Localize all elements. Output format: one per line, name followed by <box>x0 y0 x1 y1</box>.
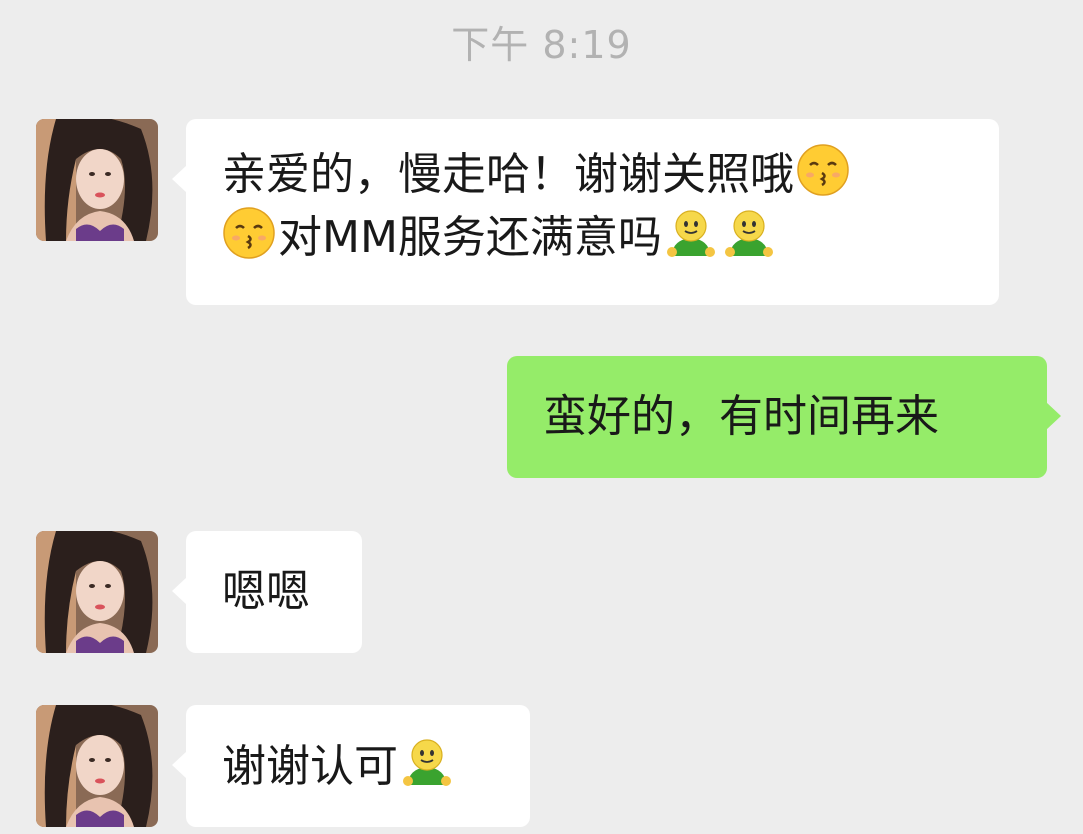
incoming-message-bubble[interactable]: 亲爱的，慢走哈！谢谢关照哦 对MM服务还满意吗 <box>172 119 999 305</box>
avatar-image <box>36 705 158 827</box>
green-shirt-smile-emoji-icon <box>722 206 776 260</box>
incoming-message-bubble[interactable]: 嗯嗯 <box>172 531 362 653</box>
outgoing-message-bubble[interactable]: 蛮好的，有时间再来 <box>507 356 1061 478</box>
contact-avatar[interactable] <box>36 119 158 241</box>
avatar-image <box>36 119 158 241</box>
message-text: 谢谢认可 <box>222 741 398 792</box>
kissing-face-emoji-icon <box>222 206 276 260</box>
avatar-image <box>36 531 158 653</box>
message-text: 蛮好的，有时间再来 <box>543 391 939 442</box>
message-timestamp: 下午 8:19 <box>451 23 632 67</box>
contact-avatar[interactable] <box>36 531 158 653</box>
green-shirt-smile-emoji-icon <box>400 735 454 789</box>
green-shirt-smile-emoji-icon <box>664 206 718 260</box>
message-line: 对MM服务还满意吗 <box>222 206 963 269</box>
incoming-message-bubble[interactable]: 谢谢认可 <box>172 705 530 827</box>
message-text: 对MM服务还满意吗 <box>278 212 662 263</box>
kissing-face-emoji-icon <box>796 143 850 197</box>
message-text: 亲爱的，慢走哈！谢谢关照哦 <box>222 149 794 200</box>
contact-avatar[interactable] <box>36 705 158 827</box>
message-line: 亲爱的，慢走哈！谢谢关照哦 <box>222 143 963 206</box>
message-text: 嗯嗯 <box>222 566 310 617</box>
